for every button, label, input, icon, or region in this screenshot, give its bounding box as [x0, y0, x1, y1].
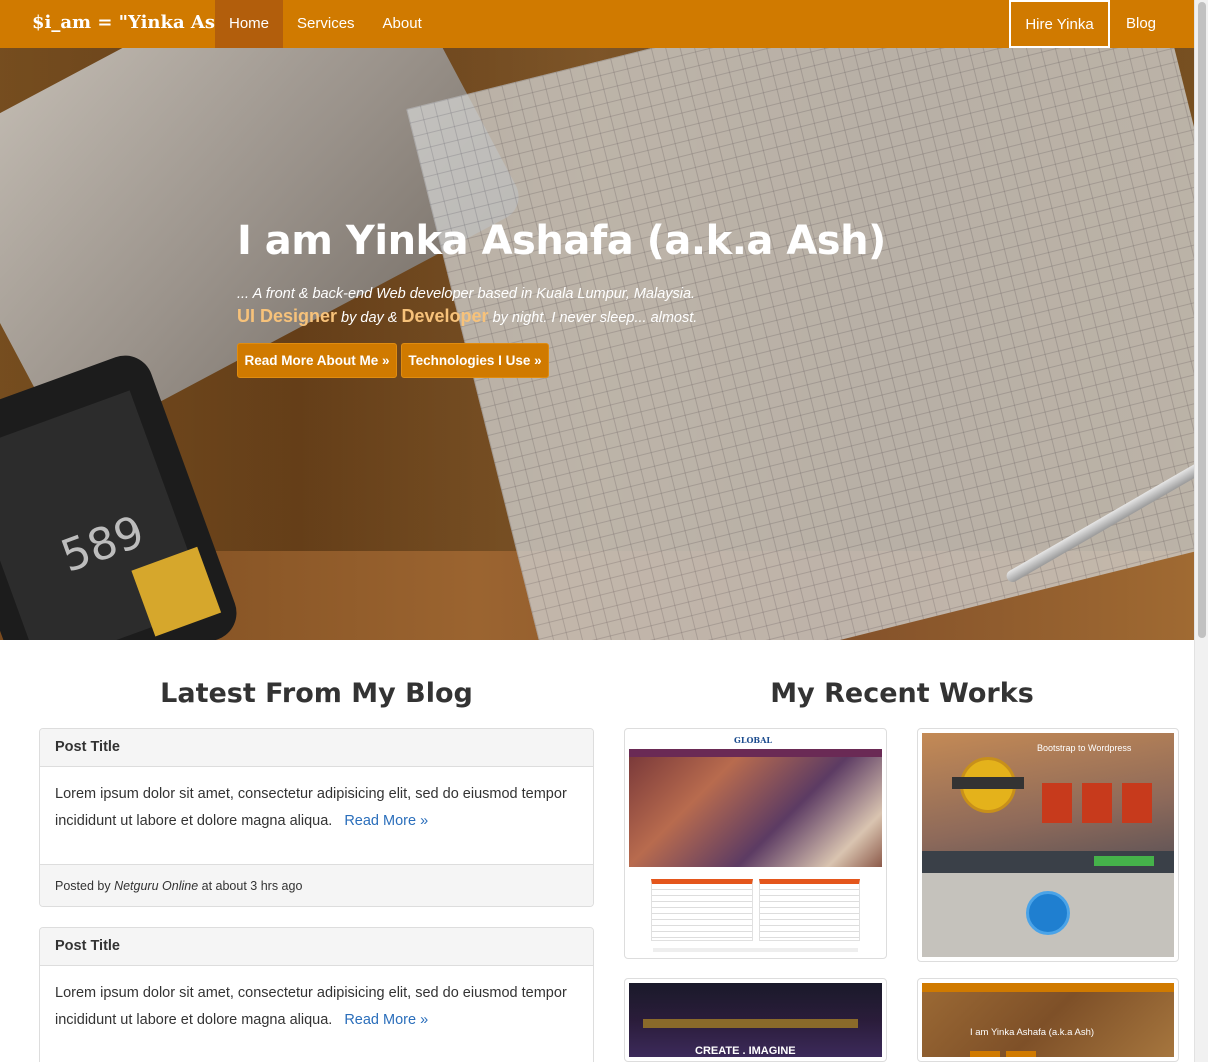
price-tag	[1082, 783, 1112, 823]
phone-screen: 589	[0, 390, 222, 640]
hero-subtitle-1: ... A front & back-end Web developer bas…	[237, 286, 696, 302]
post-footer: Posted by Netguru Online at about 3 hrs …	[40, 864, 593, 906]
hero-title: I am Yinka Ashafa (a.k.a Ash)	[237, 218, 886, 264]
site-caption: I am Yinka Ashafa (a.k.a Ash)	[970, 1027, 1095, 1038]
nav-item-home[interactable]: Home	[215, 0, 284, 48]
top-navbar: $i_am = "Yinka Ash" Home Services About …	[0, 0, 1194, 48]
price-tag	[1042, 783, 1072, 823]
phone-image: 589	[0, 347, 245, 640]
work-screenshot: I am Yinka Ashafa (a.k.a Ash)	[922, 983, 1174, 1057]
post-time: at about 3 hrs ago	[198, 879, 303, 893]
site-nav-bar	[643, 1019, 858, 1028]
work-screenshot: GLOBAL	[629, 733, 882, 954]
work-screenshot: CREATE . IMAGINE	[629, 983, 882, 1057]
work-screenshot: Bootstrap to Wordpress	[922, 733, 1174, 957]
post-excerpt: Lorem ipsum dolor sit amet, consectetur …	[55, 985, 567, 1028]
site-nav-bar	[629, 749, 882, 757]
hero-subtitle-2: UI Designer by day & Developer by night.…	[237, 306, 697, 327]
site-button	[970, 1051, 1000, 1057]
site-caption: CREATE . IMAGINE	[695, 1045, 796, 1057]
hero-section: 589 I am Yinka Ashafa (a.k.a Ash) ... A …	[0, 48, 1194, 640]
read-more-about-me-button[interactable]: Read More About Me »	[237, 343, 397, 378]
post-excerpt: Lorem ipsum dolor sit amet, consectetur …	[55, 786, 567, 829]
site-background	[922, 983, 1174, 1057]
blog-heading: Latest From My Blog	[160, 678, 473, 709]
site-nav-bar	[922, 983, 1174, 992]
text-by-day: by day &	[337, 310, 402, 326]
subscribe-button	[1094, 856, 1154, 866]
nav-item-services[interactable]: Services	[283, 0, 369, 48]
nav-menu: Home Services About	[215, 0, 436, 48]
site-logo: GLOBAL	[734, 735, 773, 745]
site-card	[758, 879, 860, 941]
read-more-link[interactable]: Read More »	[344, 813, 428, 829]
post-body: Lorem ipsum dolor sit amet, consectetur …	[40, 767, 593, 864]
post-author: Netguru Online	[114, 879, 199, 893]
lightbulb-icon	[1026, 891, 1070, 935]
hire-button[interactable]: Hire Yinka	[1009, 0, 1110, 48]
read-more-link[interactable]: Read More »	[344, 1012, 428, 1028]
post-title[interactable]: Post Title	[40, 729, 593, 767]
scrollbar-thumb[interactable]	[1198, 2, 1206, 638]
highlight-ui-designer: UI Designer	[237, 306, 338, 326]
site-card	[651, 879, 753, 941]
blog-post-card: Post Title Lorem ipsum dolor sit amet, c…	[39, 927, 594, 1062]
posted-by-label: Posted by	[55, 879, 115, 893]
nav-item-about[interactable]: About	[369, 0, 436, 48]
site-footer	[653, 948, 858, 952]
site-button	[1006, 1051, 1036, 1057]
nav-item-blog[interactable]: Blog	[1126, 0, 1156, 48]
site-title: Bootstrap to Wordpress	[1037, 743, 1132, 753]
site-hero-photo	[629, 757, 882, 867]
text-by-night: by night. I never sleep... almost.	[488, 310, 698, 326]
price-tag	[1122, 783, 1152, 823]
phone-yellow-key	[131, 546, 222, 637]
work-thumbnail-bootstrap-wordpress[interactable]: Bootstrap to Wordpress	[917, 728, 1179, 962]
technologies-button[interactable]: Technologies I Use »	[401, 343, 549, 378]
work-thumbnail-global[interactable]: GLOBAL	[624, 728, 887, 959]
brand-logo[interactable]: $i_am = "Yinka Ash"	[32, 12, 238, 33]
page-scrollbar[interactable]	[1194, 0, 1208, 1062]
highlight-developer: Developer	[401, 306, 489, 326]
blog-post-card: Post Title Lorem ipsum dolor sit amet, c…	[39, 728, 594, 907]
work-thumbnail-create-imagine[interactable]: CREATE . IMAGINE	[624, 978, 887, 1062]
work-thumbnail-portfolio[interactable]: I am Yinka Ashafa (a.k.a Ash)	[917, 978, 1179, 1062]
works-heading: My Recent Works	[770, 678, 1034, 709]
badge-ribbon	[952, 777, 1024, 789]
post-title[interactable]: Post Title	[40, 928, 593, 966]
post-body: Lorem ipsum dolor sit amet, consectetur …	[40, 966, 593, 1062]
site-cards	[629, 867, 882, 941]
